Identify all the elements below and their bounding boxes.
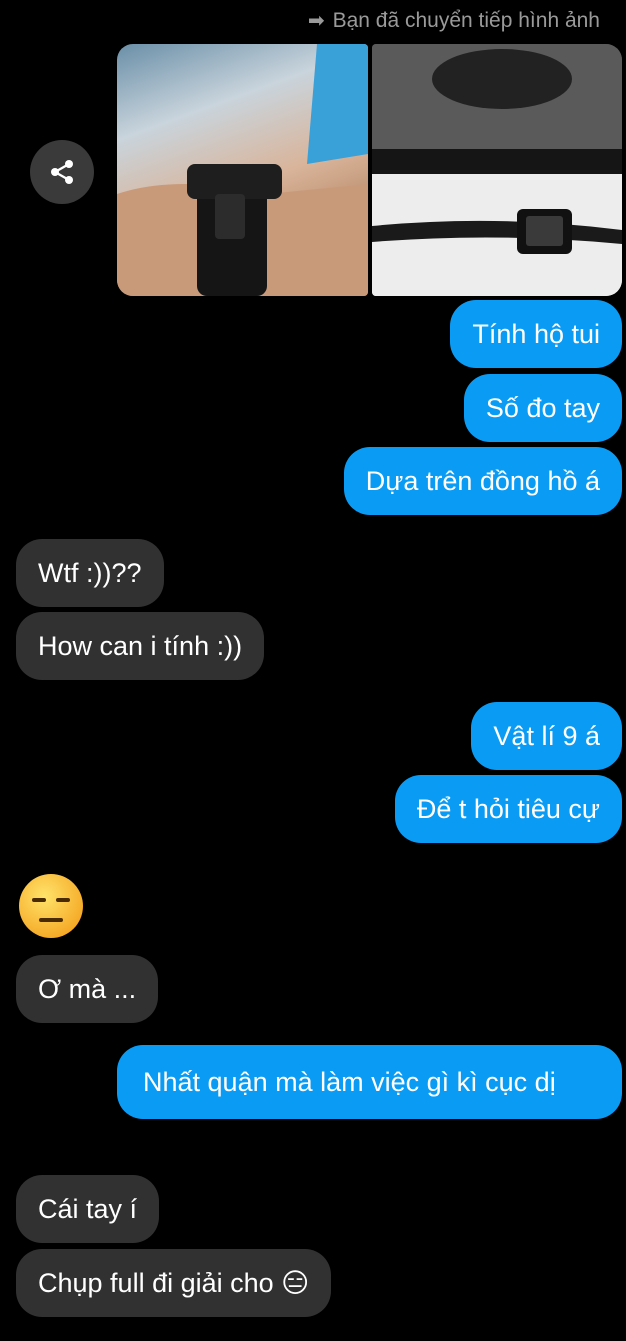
share-icon xyxy=(51,160,73,184)
message-incoming[interactable]: Chụp full đi giải cho 😑 xyxy=(16,1249,332,1317)
message-outgoing[interactable]: Để t hỏi tiêu cự xyxy=(394,775,622,843)
message-incoming-emoji[interactable]: 😑 xyxy=(18,873,84,939)
message-outgoing[interactable]: Số đo tay xyxy=(463,374,622,442)
message-outgoing[interactable]: Nhất quận mà làm việc gì kì cục dị xyxy=(117,1045,622,1119)
forward-note: ➡ Bạn đã chuyển tiếp hình ảnh xyxy=(308,8,600,33)
forward-note-text: Bạn đã chuyển tiếp hình ảnh xyxy=(332,8,600,32)
forwarded-photo-wrist-watch[interactable] xyxy=(117,44,368,296)
expressionless-face-icon xyxy=(19,874,83,938)
message-incoming[interactable]: Ơ mà ... xyxy=(16,955,159,1023)
share-button[interactable] xyxy=(30,140,94,204)
message-incoming[interactable]: How can i tính :)) xyxy=(16,612,265,680)
forward-arrow-icon: ➡ xyxy=(307,10,325,32)
message-outgoing[interactable]: Tính hộ tui xyxy=(450,300,622,368)
message-incoming[interactable]: Cái tay í xyxy=(16,1175,160,1243)
message-outgoing[interactable]: Vật lí 9 á xyxy=(471,702,622,770)
forwarded-photo-watch-on-table[interactable] xyxy=(372,44,622,296)
message-incoming[interactable]: Wtf :))?? xyxy=(16,539,164,607)
message-outgoing[interactable]: Dựa trên đồng hồ á xyxy=(343,447,622,515)
